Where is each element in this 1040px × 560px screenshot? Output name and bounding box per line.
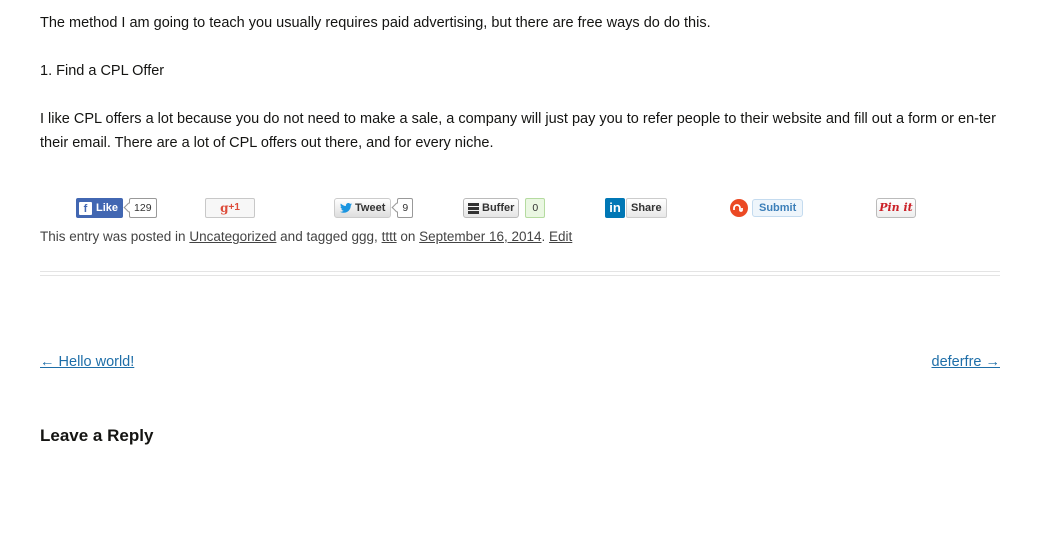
tag-link[interactable]: ggg — [352, 229, 375, 244]
buffer-button[interactable]: Buffer — [463, 198, 520, 218]
buffer-label: Buffer — [482, 202, 515, 214]
tweet-widget: Tweet 9 — [334, 197, 414, 219]
entry-meta: This entry was posted in Uncategorized a… — [40, 225, 572, 249]
stumbleupon-widget: Submit — [730, 197, 804, 219]
reply-title: Leave a Reply — [40, 426, 154, 445]
tweet-label: Tweet — [355, 202, 386, 214]
tag-separator: , — [374, 229, 378, 244]
buffer-icon — [468, 202, 479, 214]
facebook-like-count: 129 — [129, 198, 157, 218]
stumbleupon-icon[interactable] — [730, 199, 748, 217]
entry-meta-prefix: This entry was posted in — [40, 229, 186, 244]
gplus-button[interactable]: g +1 — [205, 198, 255, 218]
linkedin-share-button[interactable]: Share — [626, 198, 667, 218]
post-paragraph: 1. Find a CPL Offer — [40, 63, 165, 79]
edit-link[interactable]: Edit — [549, 229, 572, 244]
entry-meta-period: . — [541, 229, 546, 244]
facebook-icon: f — [79, 201, 92, 215]
facebook-like-button[interactable]: f Like — [76, 198, 124, 218]
pin-it-button[interactable]: Pin it — [876, 198, 916, 218]
facebook-like-label: Like — [96, 202, 119, 214]
linkedin-icon[interactable]: in — [605, 198, 625, 218]
pinterest-widget: Pin it — [876, 197, 916, 219]
linkedin-widget: in Share — [605, 197, 667, 219]
gplus-label: +1 — [228, 202, 240, 213]
tweet-button[interactable]: Tweet — [334, 198, 392, 218]
stumbleupon-glyph — [733, 203, 743, 212]
buffer-widget: Buffer 0 — [463, 197, 546, 219]
next-post-link[interactable]: deferfre → — [932, 350, 1001, 374]
category-link[interactable]: Uncategorized — [189, 229, 276, 244]
twitter-bird-icon — [340, 203, 352, 213]
tag-link[interactable]: tttt — [382, 229, 397, 244]
stumbleupon-submit-button[interactable]: Submit — [752, 199, 804, 217]
gplus-icon: g — [220, 201, 229, 215]
gplus-widget: g +1 — [205, 197, 255, 219]
post-paragraph: I like CPL offers a lot because you do n… — [40, 111, 996, 151]
post-paragraph: The method I am going to teach you usual… — [40, 15, 711, 31]
facebook-like-widget: f Like 129 — [76, 197, 157, 219]
previous-post-link[interactable]: ← Hello world! — [40, 350, 134, 374]
divider — [40, 271, 1000, 276]
share-bar: f Like 129 g +1 Tweet 9 Buffer 0 in Shar… — [40, 197, 1000, 221]
tweet-count: 9 — [397, 198, 414, 218]
entry-meta-on: on — [400, 229, 416, 244]
entry-meta-tagged: and tagged — [280, 229, 348, 244]
buffer-count: 0 — [525, 198, 546, 218]
post-date-link[interactable]: September 16, 2014 — [419, 229, 541, 244]
